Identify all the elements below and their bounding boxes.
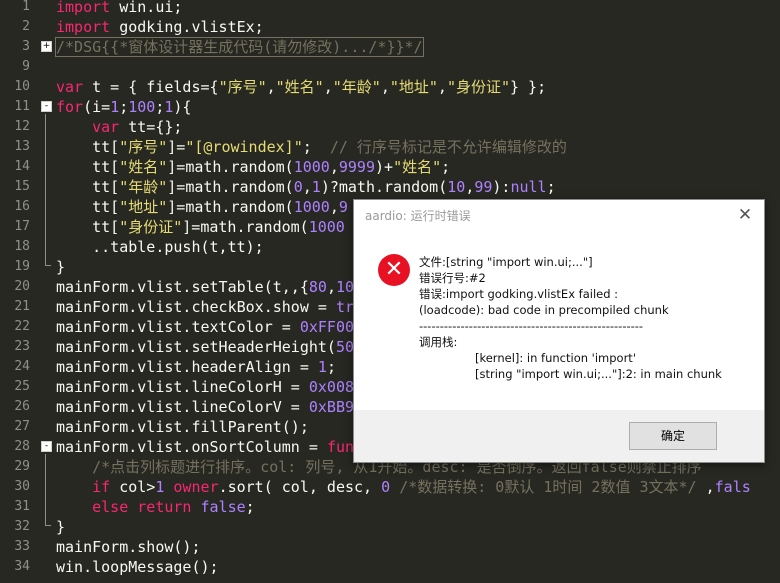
line-number: 34 <box>14 559 30 574</box>
dialog-title: aardio: 运行时错误 <box>365 209 471 223</box>
code-line[interactable]: 11- for(i=1;100;1){ <box>0 97 780 117</box>
line-number: 1 <box>22 0 30 14</box>
code-line[interactable]: 33 mainForm.show(); <box>0 537 780 557</box>
line-number: 21 <box>14 299 30 314</box>
error-separator: ----------------------------------------… <box>419 319 644 333</box>
code-text: tt["地址"]=math.random(1000,9 <box>56 198 348 216</box>
dialog-titlebar: aardio: 运行时错误 ✕ <box>354 200 764 230</box>
line-number: 26 <box>14 399 30 414</box>
code-line[interactable]: 12 var tt={}; <box>0 117 780 137</box>
line-number: 24 <box>14 359 30 374</box>
code-line[interactable]: 3 +/*DSG{{*窗体设计器生成代码(请勿修改).../*}}*/ <box>0 37 780 57</box>
fold-collapse-icon[interactable]: - <box>41 101 52 112</box>
code-line[interactable]: 10 var t = { fields={"序号","姓名","年龄","地址",… <box>0 77 780 97</box>
code-text: tt["序号"]="[@rowindex]"; // 行序号标记是不允许编辑修改… <box>56 138 567 156</box>
code-text: tt["身份证"]=math.random(1000 <box>56 218 345 236</box>
code-text: /*DSG{{*窗体设计器生成代码(请勿修改).../*}}*/ <box>55 37 424 57</box>
line-number: 16 <box>14 199 30 214</box>
line-number: 23 <box>14 339 30 354</box>
code-text: win.loopMessage(); <box>56 558 219 576</box>
ok-button[interactable]: 确定 <box>629 422 717 450</box>
line-number: 13 <box>14 139 30 154</box>
stack-label: 调用栈: <box>419 335 458 349</box>
runtime-error-dialog: aardio: 运行时错误 ✕ ✕ 文件:[string "import win… <box>353 199 765 463</box>
error-detail: (loadcode): bad code in precompiled chun… <box>419 303 669 317</box>
code-text: tt["姓名"]=math.random(1000,9999)+"姓名"; <box>56 158 451 176</box>
dialog-body: ✕ 文件:[string "import win.ui;..."] 错误行号:#… <box>354 230 764 410</box>
fold-guide-for-end <box>45 265 51 266</box>
line-number: 18 <box>14 239 30 254</box>
close-icon[interactable]: ✕ <box>732 202 758 228</box>
line-number: 9 <box>22 59 30 74</box>
line-number: 12 <box>14 119 30 134</box>
error-icon: ✕ <box>378 254 410 286</box>
fold-guide-onsort-end <box>45 525 51 526</box>
fold-guide-for <box>45 114 46 265</box>
line-number: 22 <box>14 319 30 334</box>
code-text: mainForm.show(); <box>56 538 201 556</box>
code-text: } <box>56 258 66 276</box>
code-text: mainForm.vlist.onSortColumn = fun <box>56 438 355 456</box>
code-text: } <box>56 518 66 536</box>
code-text: for(i=1;100;1){ <box>56 98 192 116</box>
code-line[interactable]: 1 import win.ui; <box>0 0 780 17</box>
code-text: var t = { fields={"序号","姓名","年龄","地址","身… <box>56 78 547 96</box>
stack-entry-1: [kernel]: in function 'import' <box>475 351 636 365</box>
code-text: mainForm.vlist.textColor = 0xFF00 <box>56 318 355 336</box>
code-text: mainForm.vlist.lineColorH = 0x008 <box>56 378 355 396</box>
code-text: mainForm.vlist.lineColorV = 0xBB9 <box>56 398 355 416</box>
code-line[interactable]: 9 <box>0 57 780 77</box>
fold-expand-icon[interactable]: + <box>41 41 52 52</box>
line-number: 15 <box>14 179 30 194</box>
line-number: 30 <box>14 479 30 494</box>
code-line[interactable]: 30 if col>1 owner.sort( col, desc, 0 /*数… <box>0 477 780 497</box>
line-number: 33 <box>14 539 30 554</box>
line-number: 11 <box>14 99 30 114</box>
code-text: mainForm.vlist.checkBox.show = tr <box>56 298 355 316</box>
line-number: 2 <box>22 19 30 34</box>
line-number: 19 <box>14 259 30 274</box>
stack-entry-2: [string "import win.ui;..."]:2: in main … <box>475 367 722 381</box>
error-file: 文件:[string "import win.ui;..."] <box>419 255 593 269</box>
line-number: 25 <box>14 379 30 394</box>
line-number: 28 <box>14 439 30 454</box>
line-number: 10 <box>14 79 30 94</box>
fold-collapse-icon[interactable]: - <box>41 441 52 452</box>
error-line-number: 错误行号:#2 <box>419 271 486 285</box>
code-text: var tt={}; <box>92 118 183 136</box>
code-text: mainForm.vlist.headerAlign = 1; <box>56 358 336 376</box>
code-text: tt["年龄"]=math.random(0,1)?math.random(10… <box>56 178 556 196</box>
line-number: 32 <box>14 519 30 534</box>
code-line[interactable]: 14 tt["姓名"]=math.random(1000,9999)+"姓名"; <box>0 157 780 177</box>
code-line[interactable]: 31 else return false; <box>0 497 780 517</box>
line-number: 17 <box>14 219 30 234</box>
code-line[interactable]: 2 import godking.vlistEx; <box>0 17 780 37</box>
line-number: 20 <box>14 279 30 294</box>
line-number: 27 <box>14 419 30 434</box>
code-line[interactable]: 34 win.loopMessage(); <box>0 557 780 577</box>
code-text: if col>1 owner.sort( col, desc, 0 /*数据转换… <box>92 478 751 496</box>
code-text: import win.ui; <box>56 0 183 16</box>
code-text: mainForm.vlist.setHeaderHeight(50 <box>56 338 355 356</box>
code-text: mainForm.vlist.fillParent(); <box>56 418 309 436</box>
line-number: 31 <box>14 499 30 514</box>
code-line[interactable]: 15 tt["年龄"]=math.random(0,1)?math.random… <box>0 177 780 197</box>
code-text: ..table.push(t,tt); <box>56 238 264 256</box>
line-number: 29 <box>14 459 30 474</box>
line-number: 14 <box>14 159 30 174</box>
code-text: import godking.vlistEx; <box>56 18 264 36</box>
code-line[interactable]: 32} <box>0 517 780 537</box>
error-message: 错误:import godking.vlistEx failed : <box>419 287 619 301</box>
line-number: 3 <box>22 39 30 54</box>
code-text: mainForm.vlist.setTable(t,,{80,10 <box>56 278 355 296</box>
fold-guide-onsort <box>45 454 46 525</box>
dialog-footer: 确定 <box>354 410 764 462</box>
code-line[interactable]: 13 tt["序号"]="[@rowindex]"; // 行序号标记是不允许编… <box>0 137 780 157</box>
code-text: else return false; <box>92 498 255 516</box>
